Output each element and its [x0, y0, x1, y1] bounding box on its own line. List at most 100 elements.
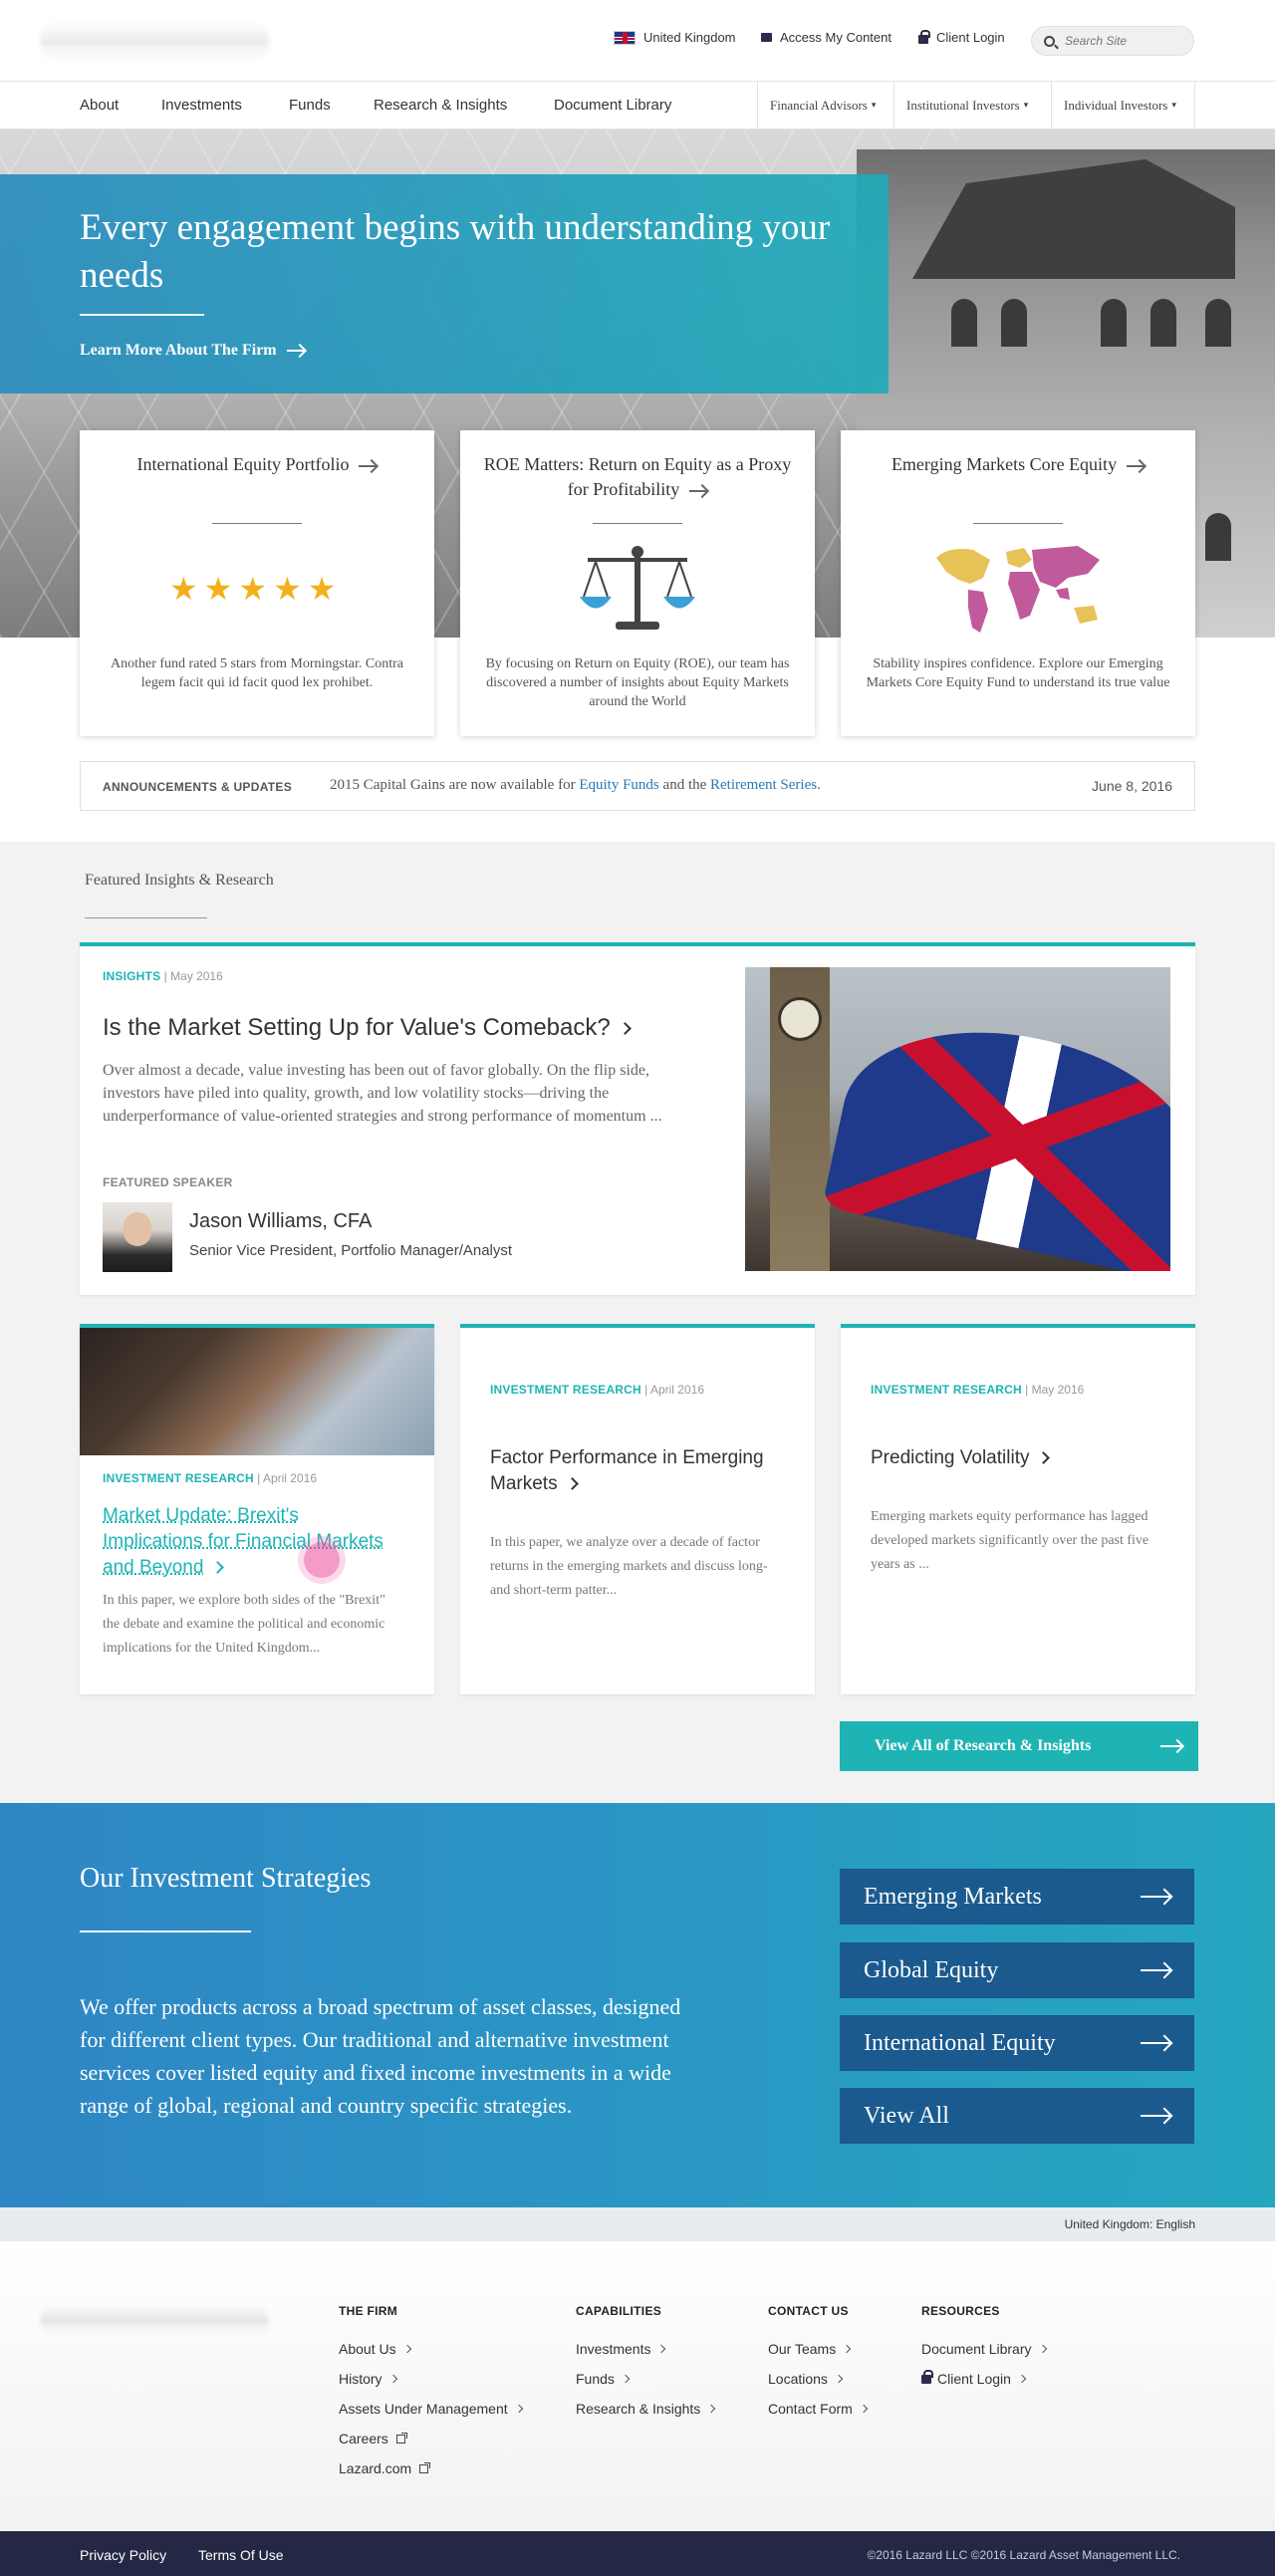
- article-excerpt: In this paper, we explore both sides of …: [103, 1593, 385, 1656]
- card-title[interactable]: Emerging Markets Core Equity: [861, 452, 1175, 477]
- footer-link-document-library[interactable]: Document Library: [921, 2334, 1047, 2364]
- region-label: United Kingdom: [643, 30, 736, 45]
- footer-link-about-us[interactable]: About Us: [339, 2334, 522, 2364]
- arrow-right-icon: [1141, 1969, 1170, 1971]
- footer-column-resources: RESOURCES Document Library Client Login: [921, 2304, 1047, 2394]
- footer-link-history[interactable]: History: [339, 2364, 522, 2394]
- view-all-research-button[interactable]: View All of Research & Insights: [840, 1721, 1198, 1771]
- feature-card-emerging-markets[interactable]: Emerging Markets Core Equity Stability i…: [841, 430, 1195, 736]
- learn-more-link[interactable]: Learn More About The Firm: [80, 342, 305, 360]
- article-date: April 2016: [649, 1383, 704, 1397]
- arrow-right-icon: [286, 350, 305, 353]
- arrow-right-icon: [1160, 1745, 1183, 1747]
- footer-link-label: Careers: [339, 2431, 388, 2447]
- nav-investments[interactable]: Investments: [161, 97, 242, 114]
- article-card-brexit[interactable]: INVESTMENT RESEARCH | April 2016 Market …: [80, 1324, 434, 1694]
- chevron-right-icon: [565, 1477, 579, 1491]
- footer-link-aum[interactable]: Assets Under Management: [339, 2394, 523, 2424]
- strategy-view-all-button[interactable]: View All: [840, 2088, 1194, 2144]
- hero-window: [951, 299, 977, 347]
- footer-link-lazard-com[interactable]: Lazard.com: [339, 2453, 522, 2483]
- audience-financial-advisors[interactable]: Financial Advisors ▾: [757, 82, 888, 129]
- feature-card-roe-matters[interactable]: ROE Matters: Return on Equity as a Proxy…: [460, 430, 815, 736]
- footer-link-our-teams[interactable]: Our Teams: [768, 2334, 867, 2364]
- strategy-label: International Equity: [864, 2029, 1056, 2056]
- nav-funds[interactable]: Funds: [289, 97, 331, 114]
- nav-about[interactable]: About: [80, 97, 119, 114]
- search-icon[interactable]: [1044, 35, 1055, 47]
- article-excerpt: Emerging markets equity performance has …: [871, 1509, 1149, 1572]
- chevron-right-icon: [1038, 2344, 1047, 2354]
- audience-label: Financial Advisors: [770, 97, 868, 113]
- strategies-divider: [80, 1931, 251, 1932]
- region-selector[interactable]: United Kingdom: [614, 30, 736, 45]
- arrow-right-icon: [1127, 464, 1146, 467]
- strategy-emerging-markets-button[interactable]: Emerging Markets: [840, 1869, 1194, 1925]
- card-title[interactable]: ROE Matters: Return on Equity as a Proxy…: [480, 452, 795, 502]
- locale-selector[interactable]: United Kingdom: English: [1065, 2217, 1195, 2231]
- privacy-policy-link[interactable]: Privacy Policy: [80, 2547, 166, 2563]
- card-description: Another fund rated 5 stars from Mornings…: [111, 656, 403, 690]
- arrow-right-icon: [1141, 2042, 1170, 2044]
- card-title-text: International Equity Portfolio: [136, 454, 350, 474]
- announcement-message: 2015 Capital Gains are now available for…: [330, 777, 821, 794]
- article-meta: INVESTMENT RESEARCH | April 2016: [103, 1471, 317, 1485]
- strategy-global-equity-button[interactable]: Global Equity: [840, 1942, 1194, 1998]
- article-card-factor-performance[interactable]: INVESTMENT RESEARCH | April 2016 Factor …: [460, 1324, 815, 1694]
- featured-article-card[interactable]: INSIGHTS | May 2016 Is the Market Settin…: [80, 942, 1195, 1295]
- footer-link-funds[interactable]: Funds: [576, 2364, 714, 2394]
- chevron-right-icon: [707, 2404, 716, 2414]
- access-content-link[interactable]: Access My Content: [761, 30, 892, 45]
- cursor-highlight: [304, 1542, 340, 1578]
- logo[interactable]: [40, 20, 269, 64]
- card-description: By focusing on Return on Equity (ROE), o…: [485, 656, 790, 709]
- article-meta: INSIGHTS | May 2016: [103, 969, 223, 983]
- briefcase-icon: [761, 33, 772, 42]
- caret-down-icon: ▾: [1171, 100, 1176, 110]
- article-title[interactable]: Is the Market Setting Up for Value's Com…: [103, 1014, 632, 1042]
- terms-of-use-link[interactable]: Terms Of Use: [198, 2547, 284, 2563]
- card-title[interactable]: International Equity Portfolio: [100, 452, 414, 477]
- strategy-label: View All: [864, 2102, 949, 2129]
- arrow-right-icon: [1141, 1896, 1170, 1898]
- hero-window: [1101, 299, 1127, 347]
- feature-card-international-equity[interactable]: International Equity Portfolio ★ ★ ★ ★ ★ Ano…: [80, 430, 434, 736]
- article-card-predicting-volatility[interactable]: INVESTMENT RESEARCH | May 2016 Predictin…: [841, 1324, 1195, 1694]
- external-link-icon: [395, 2432, 407, 2444]
- article-date: April 2016: [262, 1471, 317, 1485]
- footer-link-contact-form[interactable]: Contact Form: [768, 2394, 869, 2424]
- featured-speaker-label: FEATURED SPEAKER: [103, 1175, 233, 1189]
- footer: THE FIRM About Us History Assets Under M…: [0, 2241, 1275, 2531]
- audience-individual-investors[interactable]: Individual Investors ▾: [1051, 82, 1195, 129]
- article-title[interactable]: Market Update: Brexit's Implications for…: [103, 1503, 401, 1581]
- article-title[interactable]: Predicting Volatility: [871, 1445, 1169, 1471]
- footer-link-research-insights[interactable]: Research & Insights: [576, 2394, 716, 2424]
- search-box[interactable]: [1031, 26, 1194, 56]
- equity-funds-link[interactable]: Equity Funds: [579, 777, 658, 793]
- footer-link-label: Client Login: [937, 2371, 1011, 2387]
- audience-institutional-investors[interactable]: Institutional Investors ▾: [893, 82, 1040, 129]
- footer-link-locations[interactable]: Locations: [768, 2364, 867, 2394]
- learn-more-label: Learn More About The Firm: [80, 342, 277, 359]
- announcement-date: June 8, 2016: [1092, 778, 1172, 794]
- strategy-international-equity-button[interactable]: International Equity: [840, 2015, 1194, 2071]
- chevron-right-icon: [834, 2374, 844, 2384]
- nav-document-library[interactable]: Document Library: [554, 97, 671, 114]
- footer-link-careers[interactable]: Careers: [339, 2424, 522, 2453]
- star-icon: ★: [203, 571, 233, 607]
- article-title[interactable]: Factor Performance in Emerging Markets: [490, 1445, 789, 1497]
- client-login-link[interactable]: Client Login: [918, 29, 1005, 45]
- footer-link-investments[interactable]: Investments: [576, 2334, 714, 2364]
- star-icon: ★: [307, 571, 337, 607]
- star-icon: ★: [238, 571, 268, 607]
- footer-logo[interactable]: [40, 2301, 269, 2341]
- card-divider: [212, 523, 302, 524]
- footer-link-client-login[interactable]: Client Login: [921, 2364, 1046, 2394]
- footer-link-label: About Us: [339, 2341, 396, 2357]
- lock-icon: [921, 2369, 933, 2384]
- star-icon: ★: [273, 571, 302, 607]
- search-input[interactable]: [1065, 34, 1174, 48]
- nav-research-insights[interactable]: Research & Insights: [374, 97, 507, 114]
- retirement-series-link[interactable]: Retirement Series: [710, 777, 817, 793]
- uk-flag-icon: [614, 30, 636, 45]
